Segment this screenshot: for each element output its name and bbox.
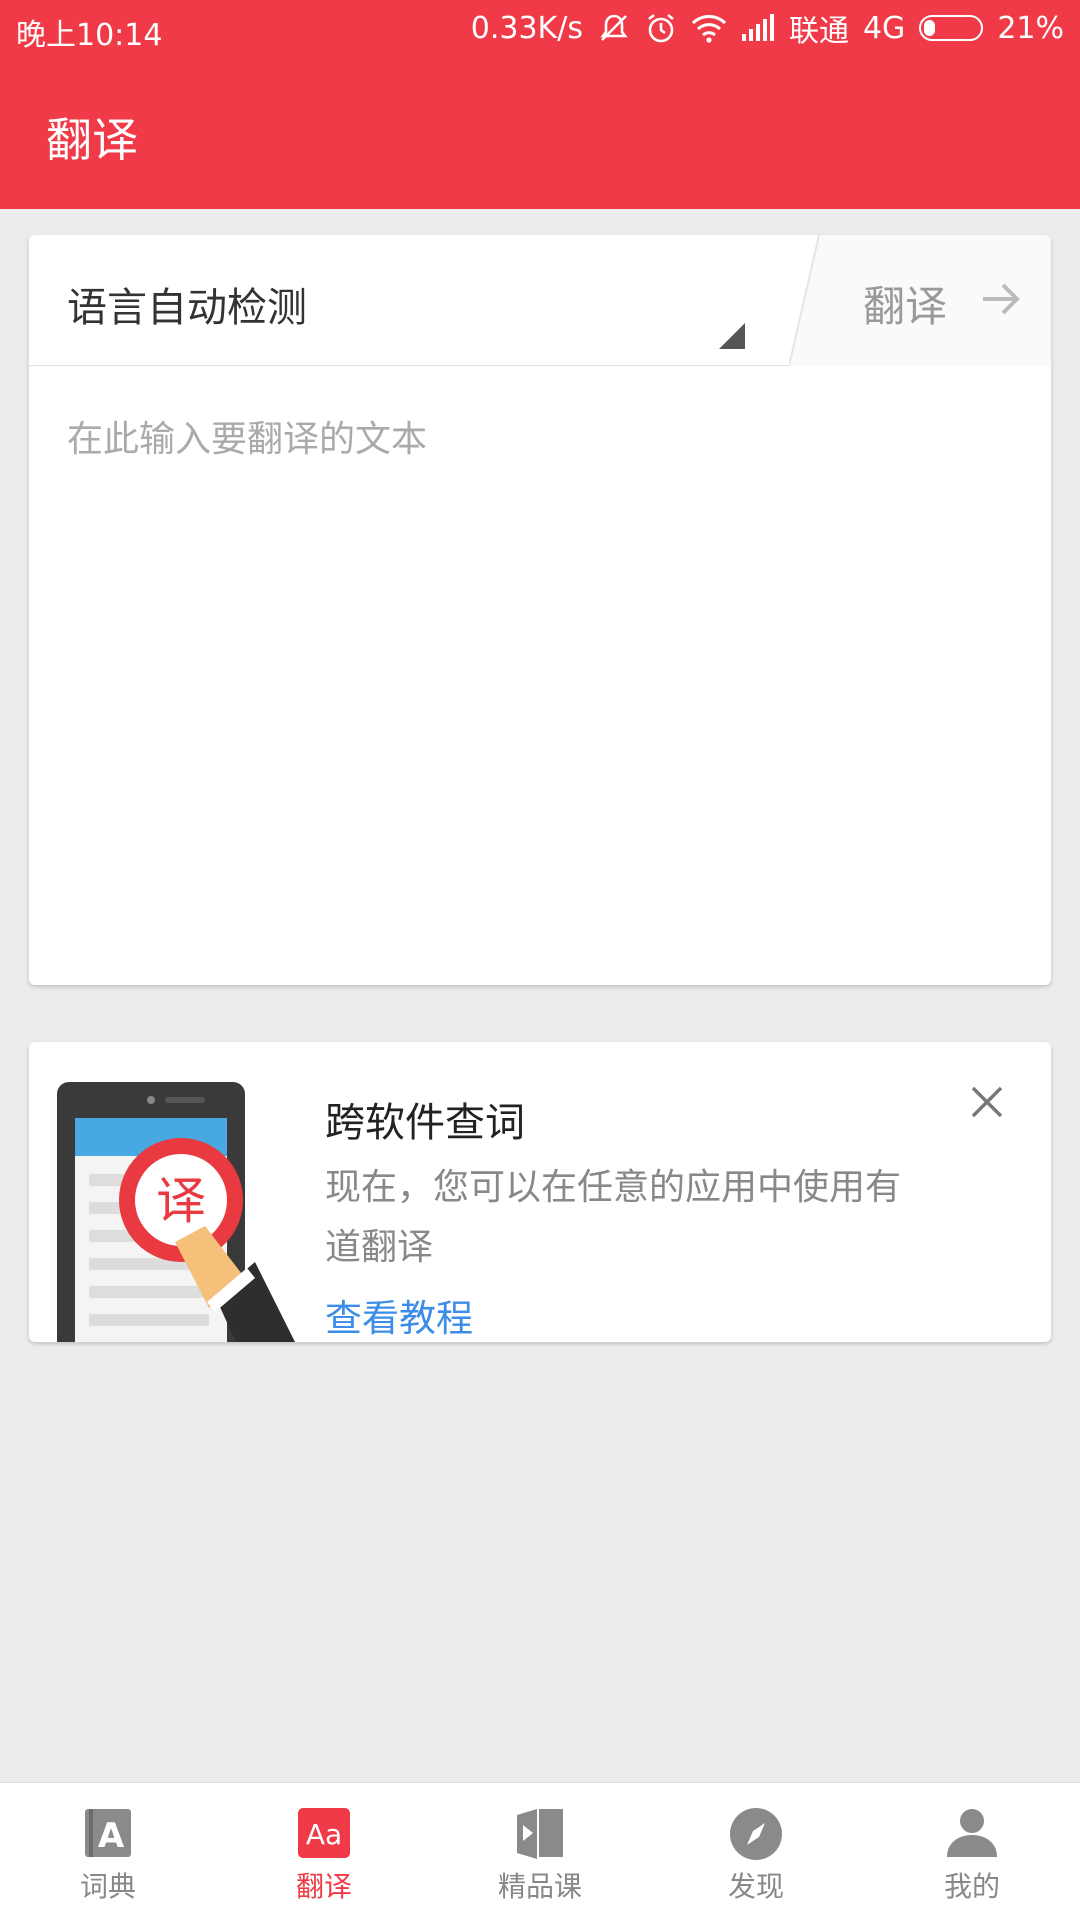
wifi-icon [691,13,727,43]
nav-label-translate: 翻译 [295,1870,352,1903]
promo-card: 译 跨软件查词 现在，您可以在任意的应用中使用有道翻译 查看教程 [29,1042,1051,1342]
app-header: 晚上10:14 0.33K/s 联通 4G 21% 翻译 [0,0,1080,209]
status-time: 晚上10:14 [16,18,163,53]
svg-text:A: A [98,1816,125,1856]
battery-icon [919,15,984,41]
network-speed: 0.33K/s [470,10,583,46]
nav-item-discover[interactable]: 发现 [648,1783,864,1920]
translate-button-label: 翻译 [863,282,948,331]
dictionary-icon: A [83,1807,133,1863]
translate-card: 语言自动检测 翻译 [29,235,1051,985]
nav-item-dictionary[interactable]: A 词典 [0,1783,216,1920]
nav-item-profile[interactable]: 我的 [864,1783,1080,1920]
nav-item-course[interactable]: 精品课 [432,1783,648,1920]
language-label: 语言自动检测 [67,285,307,331]
translate-button[interactable]: 翻译 [829,235,1051,366]
status-right: 0.33K/s 联通 4G 21% [470,8,1064,50]
alarm-icon [645,12,677,44]
promo-description: 现在，您可以在任意的应用中使用有道翻译 [325,1167,902,1268]
arrow-right-icon [979,277,1023,325]
translate-input[interactable] [67,410,1007,930]
dropdown-corner-icon [719,323,745,349]
language-selector[interactable]: 语言自动检测 [29,235,809,366]
status-bar: 晚上10:14 0.33K/s 联通 4G 21% [0,0,1080,56]
language-row: 语言自动检测 翻译 [29,235,1051,366]
network-type: 4G [862,10,906,46]
phone-tap-illustration-icon: 译 [57,1082,295,1342]
signal-icon [741,14,775,42]
battery-percent: 21% [997,10,1064,46]
profile-icon [945,1807,999,1863]
carrier-name: 联通 [788,14,849,49]
promo-badge-text: 译 [156,1172,206,1230]
page-title: 翻译 [46,113,138,167]
compass-icon [729,1807,783,1865]
slanted-divider [789,235,829,366]
close-icon[interactable] [969,1084,1005,1124]
battery-fill [924,20,936,36]
translate-icon-glyph: Aa [306,1818,342,1851]
mute-bell-icon [597,11,631,45]
nav-label-profile: 我的 [943,1870,1000,1903]
bottom-nav: A 词典 Aa 翻译 精品课 发现 我的 [0,1782,1080,1920]
nav-label-discover: 发现 [727,1870,784,1903]
nav-item-translate[interactable]: Aa 翻译 [216,1783,432,1920]
nav-label-dictionary: 词典 [79,1870,136,1903]
nav-label-course: 精品课 [497,1870,582,1903]
view-tutorial-link[interactable]: 查看教程 [325,1288,473,1342]
translate-icon: Aa [297,1807,351,1863]
course-icon [515,1807,565,1863]
promo-title: 跨软件查词 [325,1100,525,1146]
